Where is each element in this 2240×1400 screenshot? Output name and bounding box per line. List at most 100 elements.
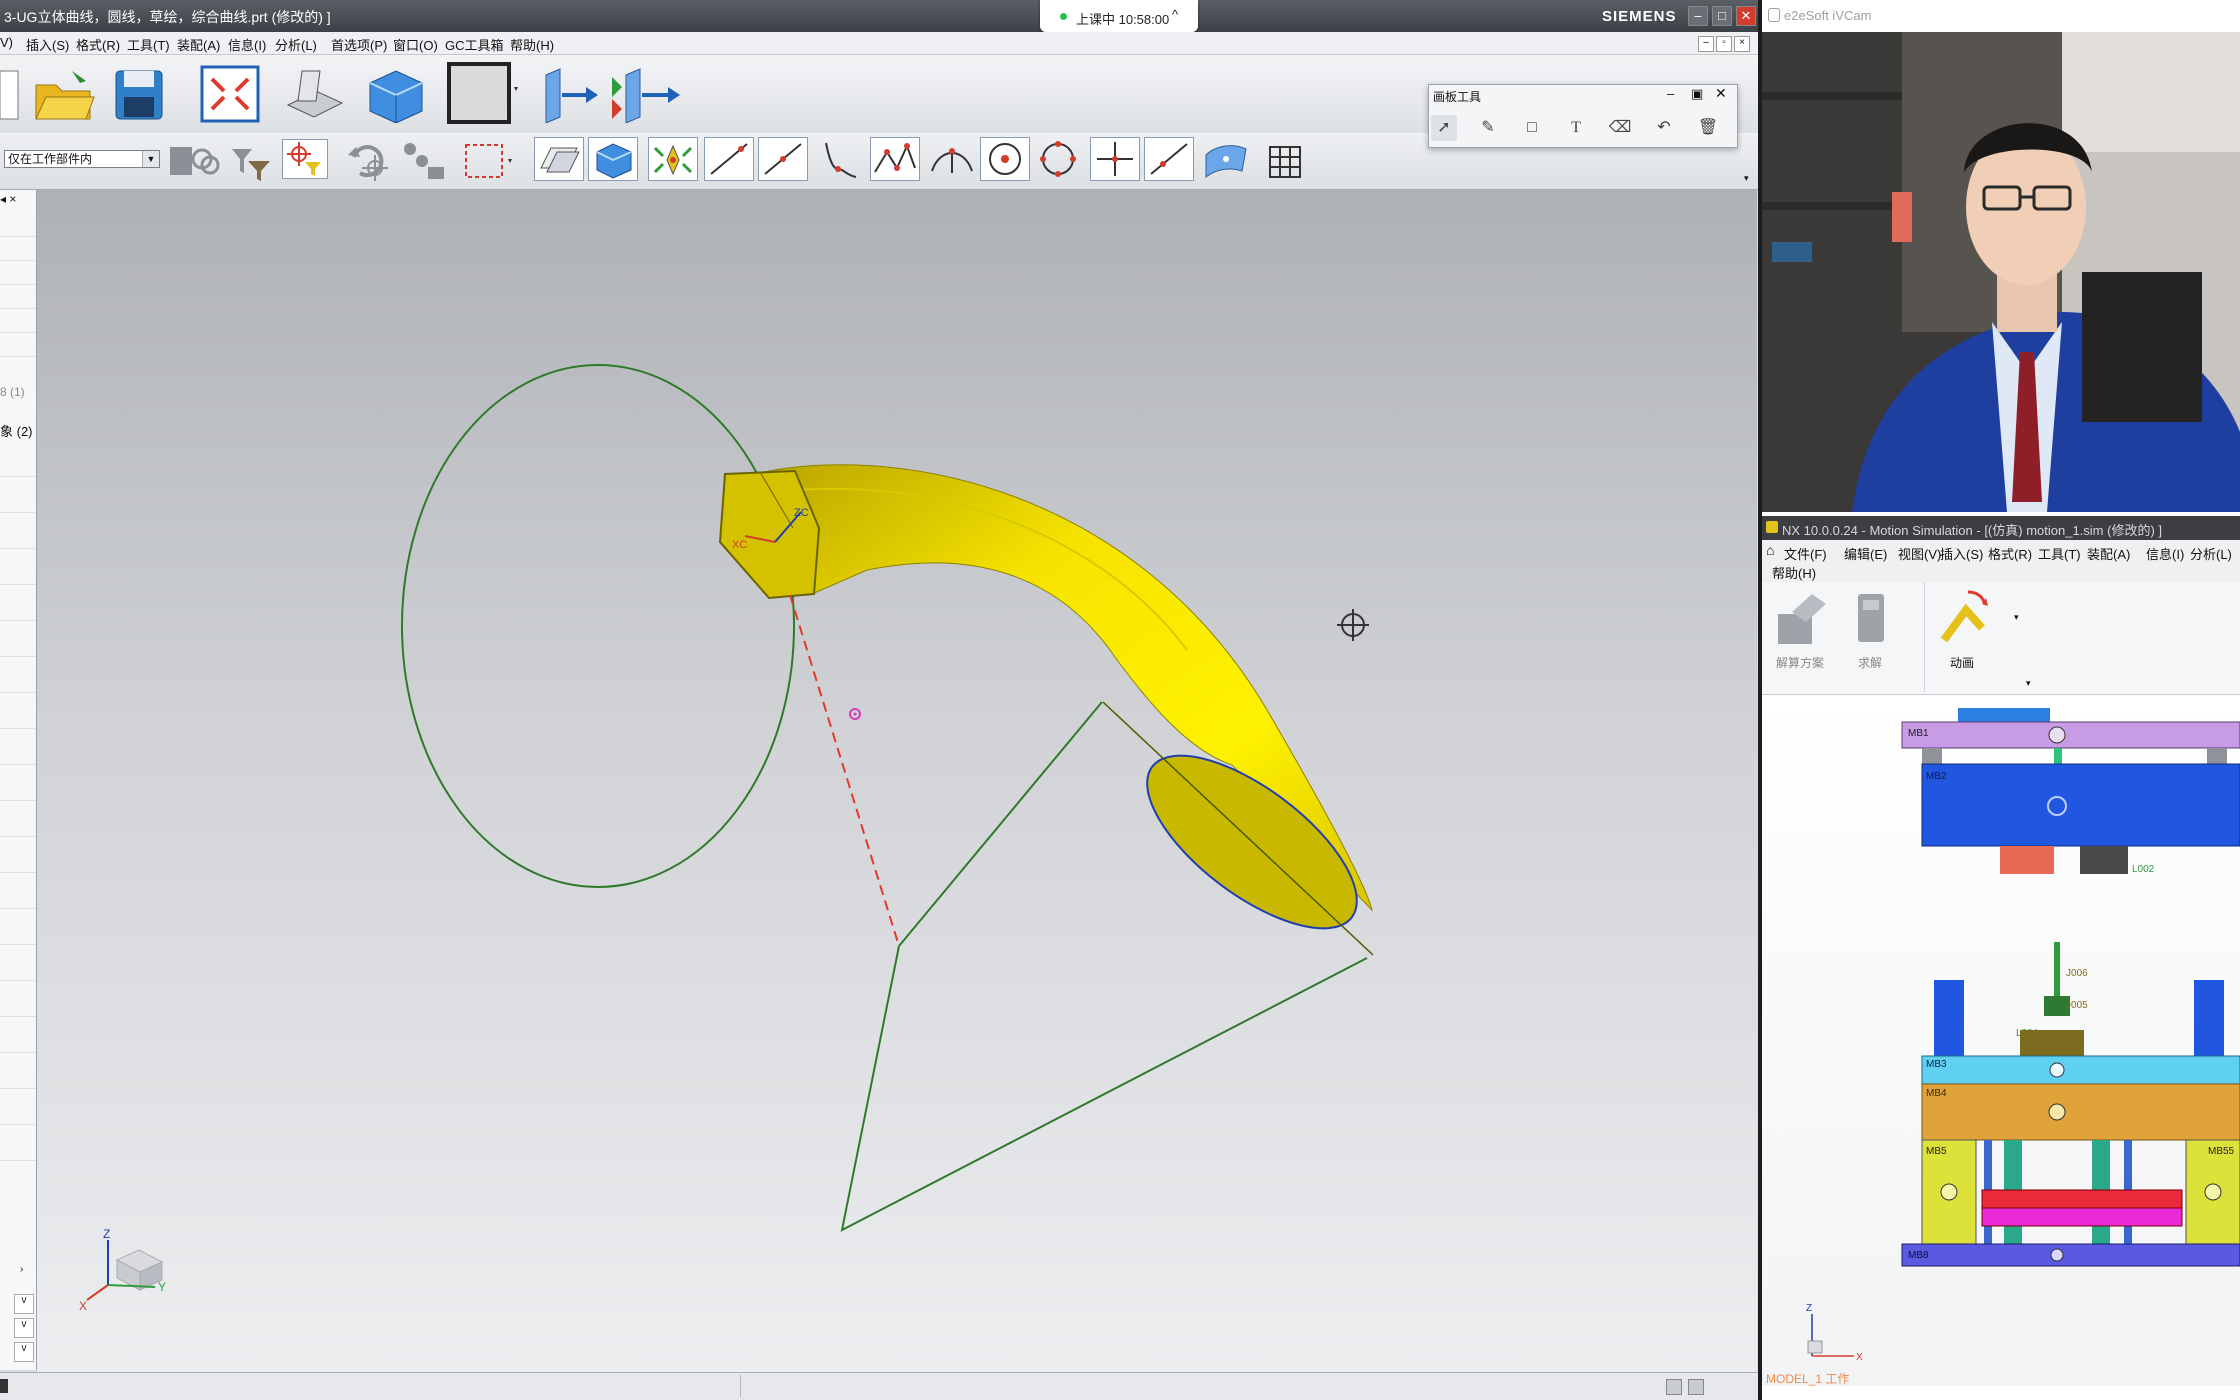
- menu-window[interactable]: 窗口(O): [393, 35, 438, 54]
- dashed-axis[interactable]: [789, 594, 900, 947]
- navigator-row[interactable]: [0, 632, 36, 657]
- navigator-item-2[interactable]: 象 (2): [0, 421, 33, 440]
- view-step-icon[interactable]: [604, 65, 688, 123]
- shaded-view-icon[interactable]: [362, 65, 432, 123]
- line-endpoint-button[interactable]: [704, 137, 754, 181]
- motion-graphics-window[interactable]: MB1 MB2 L002 J006 J005 L004 MB3: [1762, 696, 2240, 1386]
- navigator-expand-button[interactable]: v: [14, 1294, 34, 1314]
- navigator-row[interactable]: [0, 452, 36, 477]
- rectangle-icon[interactable]: □: [1519, 115, 1545, 141]
- navigator-row[interactable]: [0, 488, 36, 513]
- menu-insert[interactable]: 插入(S): [26, 35, 69, 54]
- motion-menu-analysis[interactable]: 分析(L): [2190, 544, 2232, 563]
- snap-endpoints-button[interactable]: [648, 137, 698, 181]
- navigator-row[interactable]: [0, 524, 36, 549]
- control-point-icon[interactable]: [818, 137, 866, 181]
- navigator-row[interactable]: [0, 236, 36, 261]
- navigator-controls[interactable]: ◂ ×: [0, 192, 36, 206]
- motion-menu-info[interactable]: 信息(I): [2146, 544, 2184, 563]
- navigator-row[interactable]: [0, 884, 36, 909]
- minimize-button[interactable]: –: [1688, 6, 1708, 26]
- menu-gc-toolbox[interactable]: GC工具箱: [445, 35, 504, 54]
- scroll-right-icon[interactable]: ›: [20, 1264, 23, 1275]
- solid-view-button[interactable]: [588, 137, 638, 181]
- plate-mb3[interactable]: [1921, 1055, 2240, 1085]
- navigator-row[interactable]: [0, 1100, 36, 1125]
- panel-close-button[interactable]: ✕: [1715, 85, 1727, 102]
- solution-label[interactable]: 解算方案: [1776, 654, 1824, 671]
- midpoint-button[interactable]: [758, 137, 808, 181]
- navigator-expand-button[interactable]: v: [14, 1318, 34, 1338]
- animation-dropdown-icon[interactable]: ▾: [2014, 612, 2019, 623]
- navigator-row[interactable]: [0, 704, 36, 729]
- navigator-row[interactable]: [0, 332, 36, 357]
- motion-menu-tools[interactable]: 工具(T): [2038, 544, 2081, 563]
- navigator-row[interactable]: [0, 260, 36, 285]
- type-filter-icon[interactable]: [228, 139, 276, 183]
- navigator-row[interactable]: [0, 992, 36, 1017]
- arc-center-icon[interactable]: [928, 137, 976, 181]
- trash-icon[interactable]: 🗑: [1695, 115, 1721, 141]
- graphics-window[interactable]: ZC XC Z Y X: [37, 190, 1757, 1372]
- navigator-row[interactable]: [0, 812, 36, 837]
- motion-menu-file[interactable]: 文件(F): [1784, 544, 1827, 563]
- new-file-icon[interactable]: [0, 65, 22, 123]
- navigator-row[interactable]: [0, 848, 36, 873]
- navigator-item-1[interactable]: 8 (1): [0, 385, 25, 399]
- plate-mb4[interactable]: [1921, 1083, 2240, 1141]
- doc-restore-button[interactable]: ▫: [1716, 36, 1732, 52]
- navigator-row[interactable]: [0, 920, 36, 945]
- grid-icon[interactable]: [1262, 139, 1308, 183]
- navigator-expand-button[interactable]: v: [14, 1342, 34, 1362]
- motion-menu-format[interactable]: 格式(R): [1988, 544, 2032, 563]
- chevron-up-icon[interactable]: ^: [1172, 7, 1178, 22]
- live-class-indicator[interactable]: 上课中 10:58:00 ^: [1040, 0, 1198, 32]
- undo-icon[interactable]: ↶: [1651, 115, 1677, 141]
- navigator-row[interactable]: [0, 284, 36, 309]
- close-button[interactable]: ✕: [1736, 6, 1756, 26]
- navigator-row[interactable]: [0, 740, 36, 765]
- view-forward-icon[interactable]: [540, 65, 600, 123]
- pen-icon[interactable]: ✎: [1475, 115, 1501, 141]
- assembly-nav-icon[interactable]: [398, 139, 454, 183]
- navigator-row[interactable]: [0, 1064, 36, 1089]
- menu-info[interactable]: 信息(I): [228, 35, 266, 54]
- open-folder-icon[interactable]: [32, 67, 96, 123]
- intersection-button[interactable]: [870, 137, 920, 181]
- solve-icon[interactable]: [1852, 590, 1892, 650]
- motion-menu-edit[interactable]: 编辑(E): [1844, 544, 1887, 563]
- doc-close-button[interactable]: ×: [1734, 36, 1750, 52]
- panel-restore-button[interactable]: ▣: [1691, 86, 1703, 102]
- status-grid-button[interactable]: [1688, 1379, 1704, 1395]
- ribbon-overflow-icon[interactable]: ▾: [2026, 678, 2031, 689]
- toolbar-overflow-icon[interactable]: ▾: [1744, 173, 1749, 184]
- navigator-row[interactable]: [0, 560, 36, 585]
- menu-help[interactable]: 帮助(H): [510, 35, 554, 54]
- menu-analysis[interactable]: 分析(L): [275, 35, 317, 54]
- plate-mb8[interactable]: [1901, 1243, 2240, 1267]
- solve-label[interactable]: 求解: [1858, 654, 1882, 671]
- navigator-row[interactable]: [0, 596, 36, 621]
- filter-options-icon[interactable]: [166, 139, 220, 183]
- navigator-row[interactable]: [0, 1136, 36, 1161]
- arc-center-button[interactable]: [980, 137, 1030, 181]
- panel-minimize-button[interactable]: –: [1667, 86, 1674, 101]
- eraser-icon[interactable]: ⌫: [1607, 115, 1633, 141]
- menu-tools[interactable]: 工具(T): [127, 35, 170, 54]
- show-hide-button[interactable]: [534, 137, 584, 181]
- rectangle-select-icon[interactable]: [462, 139, 516, 183]
- selection-scope-dropdown[interactable]: 仅在工作部件内 ▼: [4, 150, 160, 168]
- motion-menu-view[interactable]: 视图(V): [1898, 544, 1941, 563]
- navigator-row[interactable]: [0, 956, 36, 981]
- navigator-row[interactable]: [0, 776, 36, 801]
- maximize-button[interactable]: □: [1712, 6, 1732, 26]
- point-on-face-button[interactable]: [1144, 137, 1194, 181]
- navigator-row[interactable]: [0, 212, 36, 237]
- status-view-button[interactable]: [1666, 1379, 1682, 1395]
- motion-menu-help[interactable]: 帮助(H): [1772, 563, 1816, 582]
- save-icon[interactable]: [112, 67, 168, 123]
- dropdown-arrow-icon[interactable]: ▼: [142, 151, 159, 167]
- background-color-icon[interactable]: [446, 61, 520, 127]
- menu-view[interactable]: V): [0, 35, 13, 50]
- point-on-curve-button[interactable]: [1090, 137, 1140, 181]
